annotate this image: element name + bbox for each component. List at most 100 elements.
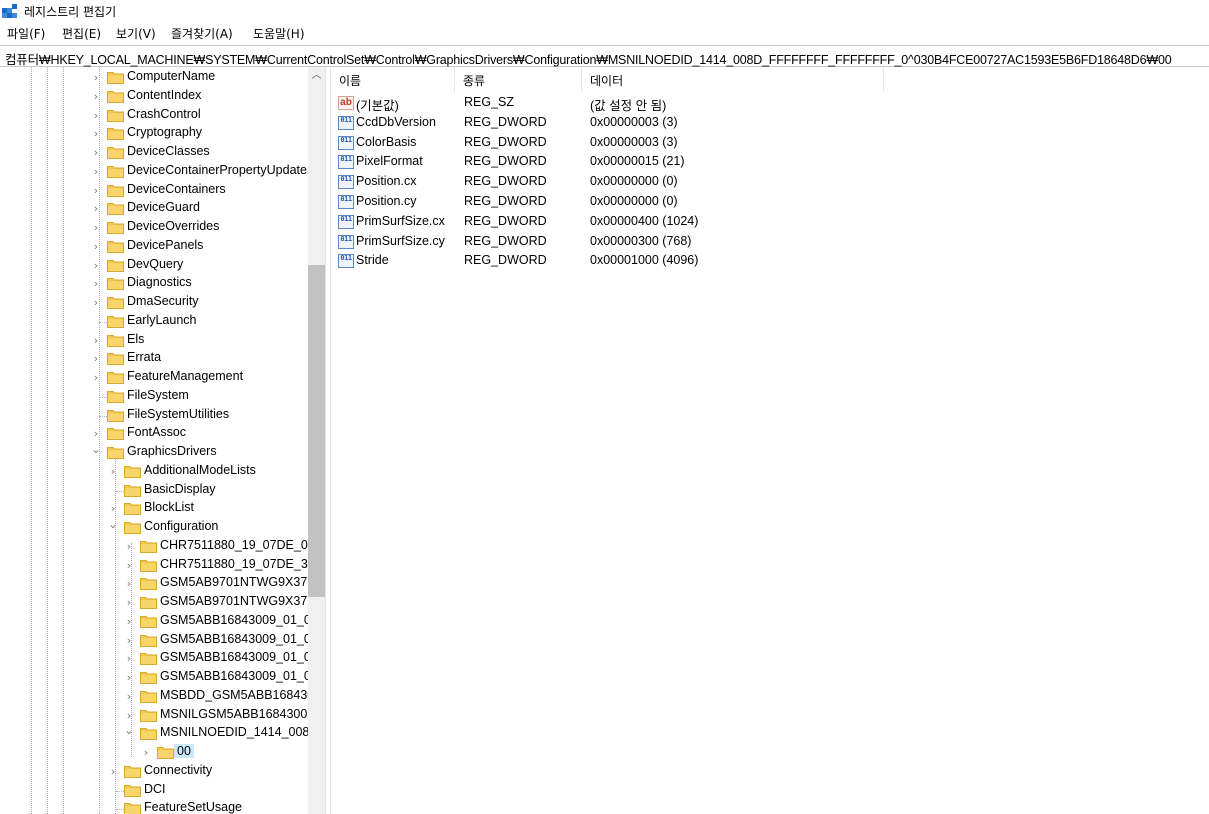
chevron-right-icon[interactable]: › — [91, 237, 101, 256]
chevron-right-icon[interactable]: › — [108, 762, 118, 781]
tree-item-label: EarlyLaunch — [127, 312, 197, 327]
tree-item[interactable]: › DevicePanels — [0, 237, 308, 256]
chevron-right-icon[interactable]: › — [91, 68, 101, 87]
key-tree[interactable]: › ComputerName › ContentIndex › CrashControl ›… — [0, 67, 325, 814]
column-type[interactable]: 종류 — [455, 67, 582, 92]
chevron-right-icon[interactable]: › — [91, 349, 101, 368]
chevron-right-icon[interactable]: › — [124, 668, 134, 687]
tree-item[interactable]: › GSM5ABB16843009_01_0 — [0, 668, 311, 687]
tree-item[interactable]: › GSM5ABB16843009_01_0 — [0, 631, 311, 650]
tree-item[interactable]: ⌄ GraphicsDrivers — [0, 443, 308, 462]
chevron-right-icon[interactable]: › — [141, 743, 151, 762]
tree-item[interactable]: › ContentIndex — [0, 87, 308, 106]
tree-scrollbar[interactable]: ︿ — [308, 67, 325, 814]
chevron-right-icon[interactable]: › — [91, 256, 101, 275]
tree-item[interactable]: › 00 — [0, 743, 308, 762]
chevron-right-icon[interactable]: › — [91, 87, 101, 106]
tree-item[interactable]: DCI — [0, 781, 308, 800]
tree-item[interactable]: › MSBDD_GSM5ABB168430 — [0, 687, 314, 706]
value-row[interactable]: 011 Stride REG_DWORD 0x00001000 (4096) — [331, 251, 1209, 271]
chevron-right-icon[interactable]: › — [124, 706, 134, 725]
chevron-down-icon[interactable]: ⌄ — [108, 518, 118, 537]
tree-item[interactable]: › CrashControl — [0, 106, 308, 125]
menu-favorites[interactable]: 즐겨찾기(A) — [171, 25, 233, 42]
value-row[interactable]: 011 Position.cy REG_DWORD 0x00000000 (0) — [331, 192, 1209, 212]
tree-item[interactable]: FileSystemUtilities — [0, 406, 308, 425]
tree-item[interactable]: › GSM5AB9701NTWG9X377 — [0, 593, 314, 612]
tree-item[interactable]: › BlockList — [0, 499, 308, 518]
chevron-right-icon[interactable]: › — [91, 218, 101, 237]
chevron-right-icon[interactable]: › — [91, 106, 101, 125]
scroll-up-arrow-icon[interactable]: ︿ — [308, 67, 325, 84]
tree-item[interactable]: › ComputerName — [0, 68, 308, 87]
chevron-right-icon[interactable]: › — [124, 649, 134, 668]
tree-item[interactable]: › Connectivity — [0, 762, 308, 781]
tree-item[interactable]: › Diagnostics — [0, 274, 308, 293]
chevron-right-icon[interactable]: › — [108, 462, 118, 481]
value-row[interactable]: 011 PrimSurfSize.cy REG_DWORD 0x00000300 (7… — [331, 232, 1209, 252]
chevron-right-icon[interactable]: › — [91, 181, 101, 200]
tree-item[interactable]: BasicDisplay — [0, 481, 308, 500]
tree-item[interactable]: › DeviceGuard — [0, 199, 308, 218]
tree-item[interactable]: › GSM5ABB16843009_01_0 — [0, 649, 311, 668]
chevron-right-icon[interactable]: › — [91, 368, 101, 387]
menu-edit[interactable]: 편집(E) — [62, 25, 101, 42]
chevron-right-icon[interactable]: › — [124, 556, 134, 575]
chevron-right-icon[interactable]: › — [91, 274, 101, 293]
chevron-right-icon[interactable]: › — [91, 162, 101, 181]
chevron-right-icon[interactable]: › — [91, 331, 101, 350]
tree-item[interactable]: › CHR7511880_19_07DE_08 — [0, 537, 315, 556]
column-name[interactable]: 이름 — [331, 67, 455, 92]
chevron-down-icon[interactable]: ⌄ — [124, 724, 134, 743]
chevron-right-icon[interactable]: › — [91, 293, 101, 312]
value-list[interactable]: 이름 종류 데이터 ab (기본값) REG_SZ (값 설정 안 됨) 011 CcdD… — [331, 67, 1209, 814]
value-row[interactable]: 011 ColorBasis REG_DWORD 0x00000003 (3) — [331, 133, 1209, 153]
tree-item[interactable]: › DmaSecurity — [0, 293, 308, 312]
chevron-right-icon[interactable]: › — [124, 593, 134, 612]
menu-help[interactable]: 도움말(H) — [253, 25, 305, 42]
tree-item[interactable]: › Cryptography — [0, 124, 308, 143]
chevron-down-icon[interactable]: ⌄ — [91, 443, 101, 462]
chevron-right-icon[interactable]: › — [124, 687, 134, 706]
tree-item[interactable]: FileSystem — [0, 387, 308, 406]
menu-view[interactable]: 보기(V) — [116, 25, 156, 42]
value-row[interactable]: 011 PrimSurfSize.cx REG_DWORD 0x00000400 (1… — [331, 212, 1209, 232]
tree-item[interactable]: › DeviceContainerPropertyUpdateE — [0, 162, 315, 181]
value-row[interactable]: 011 CcdDbVersion REG_DWORD 0x00000003 (3) — [331, 113, 1209, 133]
chevron-right-icon[interactable]: › — [124, 631, 134, 650]
tree-item[interactable]: › AdditionalModeLists — [0, 462, 308, 481]
tree-item[interactable]: FeatureSetUsage — [0, 799, 308, 814]
folder-icon — [107, 278, 124, 291]
tree-item[interactable]: › DeviceClasses — [0, 143, 308, 162]
tree-item[interactable]: EarlyLaunch — [0, 312, 308, 331]
tree-item[interactable]: › FontAssoc — [0, 424, 308, 443]
column-data[interactable]: 데이터 — [582, 67, 884, 92]
tree-item[interactable]: › CHR7511880_19_07DE_35 — [0, 556, 315, 575]
tree-item[interactable]: › GSM5ABB16843009_01_0 — [0, 612, 311, 631]
value-row[interactable]: ab (기본값) REG_SZ (값 설정 안 됨) — [331, 93, 1209, 113]
tree-item[interactable]: › Errata — [0, 349, 308, 368]
menu-file[interactable]: 파일(F) — [7, 25, 45, 42]
address-path[interactable]: 컴퓨터₩HKEY_LOCAL_MACHINE₩SYSTEM₩CurrentCon… — [5, 49, 1172, 68]
tree-item[interactable]: › Els — [0, 331, 308, 350]
chevron-right-icon[interactable]: › — [108, 499, 118, 518]
tree-item[interactable]: › DevQuery — [0, 256, 308, 275]
scroll-thumb[interactable] — [308, 265, 325, 597]
value-row[interactable]: 011 PixelFormat REG_DWORD 0x00000015 (21) — [331, 152, 1209, 172]
value-row[interactable]: 011 Position.cx REG_DWORD 0x00000000 (0) — [331, 172, 1209, 192]
address-bar[interactable]: 컴퓨터₩HKEY_LOCAL_MACHINE₩SYSTEM₩CurrentCon… — [0, 45, 1209, 67]
chevron-right-icon[interactable]: › — [91, 143, 101, 162]
tree-item[interactable]: › DeviceContainers — [0, 181, 308, 200]
tree-item[interactable]: ⌄ MSNILNOEDID_1414_008 — [0, 724, 309, 743]
tree-item[interactable]: › FeatureManagement — [0, 368, 308, 387]
chevron-right-icon[interactable]: › — [124, 612, 134, 631]
tree-item[interactable]: › GSM5AB9701NTWG9X377 — [0, 574, 314, 593]
chevron-right-icon[interactable]: › — [91, 424, 101, 443]
chevron-right-icon[interactable]: › — [124, 537, 134, 556]
tree-item[interactable]: › DeviceOverrides — [0, 218, 308, 237]
tree-item[interactable]: ⌄ Configuration — [0, 518, 308, 537]
chevron-right-icon[interactable]: › — [91, 124, 101, 143]
tree-item[interactable]: › MSNILGSM5ABB1684300 — [0, 706, 308, 725]
chevron-right-icon[interactable]: › — [124, 574, 134, 593]
chevron-right-icon[interactable]: › — [91, 199, 101, 218]
